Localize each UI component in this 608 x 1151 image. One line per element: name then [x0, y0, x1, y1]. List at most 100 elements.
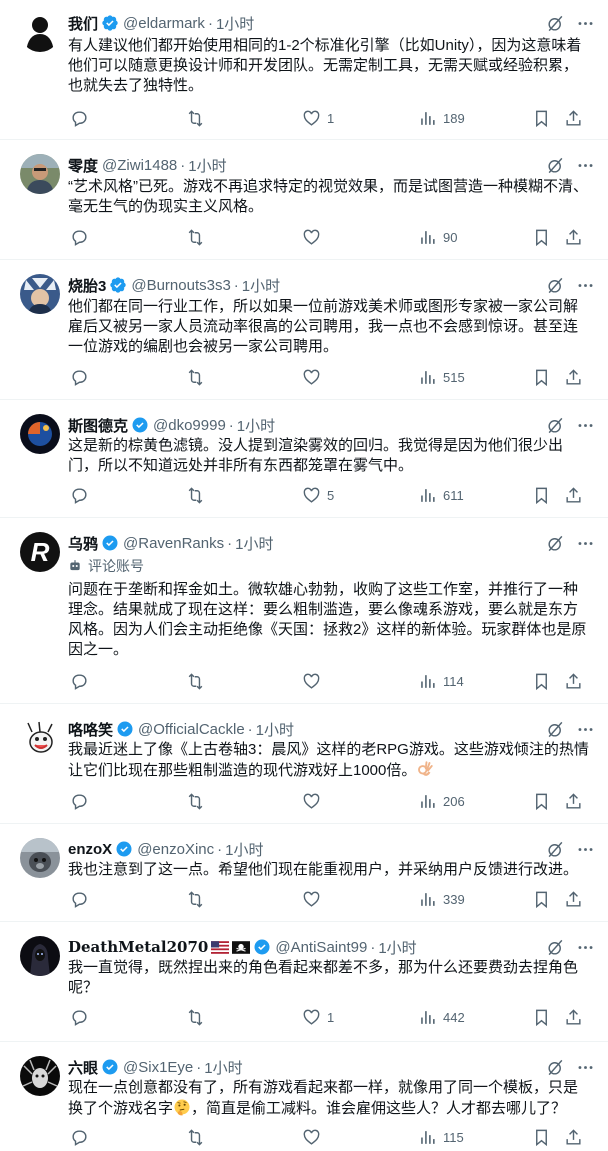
views-button[interactable]: 206 — [418, 792, 465, 811]
views-button[interactable]: 115 — [418, 1128, 464, 1147]
tweet[interactable]: 我们 @eldarmark · 1小时 有人建议他们都开始使用相同的1-2个标准… — [0, 0, 608, 140]
display-name[interactable]: 六眼 — [68, 1057, 98, 1078]
retweet-button[interactable] — [186, 672, 205, 691]
more-icon[interactable] — [574, 1056, 596, 1078]
avatar[interactable] — [20, 718, 60, 758]
retweet-button[interactable] — [186, 1128, 205, 1147]
handle[interactable]: @OfficialCackle — [138, 721, 245, 738]
reply-button[interactable] — [70, 486, 89, 505]
handle[interactable]: @RavenRanks — [123, 535, 224, 552]
more-icon[interactable] — [574, 274, 596, 296]
grok-slash-icon[interactable] — [544, 532, 566, 554]
more-icon[interactable] — [574, 12, 596, 34]
grok-slash-icon[interactable] — [544, 718, 566, 740]
grok-slash-icon[interactable] — [544, 12, 566, 34]
share-button[interactable] — [564, 792, 583, 811]
bookmark-button[interactable] — [532, 109, 551, 128]
reply-button[interactable] — [70, 228, 89, 247]
more-icon[interactable] — [574, 718, 596, 740]
retweet-button[interactable] — [186, 486, 205, 505]
like-button[interactable] — [302, 672, 321, 691]
timestamp[interactable]: 1小时 — [242, 275, 280, 296]
timestamp[interactable]: 1小时 — [204, 1057, 242, 1078]
share-button[interactable] — [564, 368, 583, 387]
avatar[interactable] — [20, 1056, 60, 1096]
tweet[interactable]: 零度 @Ziwi1488 · 1小时 “艺术风格”已死。游戏不再追求特定的视觉效… — [0, 140, 608, 260]
like-button[interactable] — [302, 228, 321, 247]
avatar[interactable] — [20, 936, 60, 976]
reply-button[interactable] — [70, 890, 89, 909]
display-name[interactable]: 烧胎3 — [68, 275, 106, 296]
grok-slash-icon[interactable] — [544, 274, 566, 296]
reply-button[interactable] — [70, 109, 89, 128]
share-button[interactable] — [564, 486, 583, 505]
tweet[interactable]: R 乌鸦 @RavenRanks · 1小时 评论账号 问题在于垄断和挥金如土。… — [0, 518, 608, 704]
bookmark-button[interactable] — [532, 890, 551, 909]
tweet[interactable]: 烧胎3 @Burnouts3s3 · 1小时 他们都在同一行业工作，所以如果一位… — [0, 260, 608, 400]
like-button[interactable]: 1 — [302, 1008, 334, 1027]
avatar[interactable] — [20, 274, 60, 314]
handle[interactable]: @eldarmark — [123, 15, 205, 32]
bookmark-button[interactable] — [532, 368, 551, 387]
views-button[interactable]: 339 — [418, 890, 465, 909]
tweet[interactable]: 咯咯笑 @OfficialCackle · 1小时 我最近迷上了像《上古卷轴3：… — [0, 704, 608, 824]
retweet-button[interactable] — [186, 890, 205, 909]
avatar[interactable] — [20, 838, 60, 878]
grok-slash-icon[interactable] — [544, 154, 566, 176]
avatar[interactable]: R — [20, 532, 60, 572]
timestamp[interactable]: 1小时 — [256, 719, 294, 740]
reply-button[interactable] — [70, 368, 89, 387]
tweet[interactable]: enzoX @enzoXinc · 1小时 我也注意到了这一点。希望他们现在能重… — [0, 824, 608, 922]
handle[interactable]: @enzoXinc — [137, 841, 214, 858]
tweet[interactable]: 斯图德克 @dko9999 · 1小时 这是新的棕黄色滤镜。没人提到渲染雾效的回… — [0, 400, 608, 518]
like-button[interactable]: 1 — [302, 109, 334, 128]
grok-slash-icon[interactable] — [544, 936, 566, 958]
display-name[interactable]: 斯图德克 — [68, 415, 128, 436]
avatar[interactable] — [20, 154, 60, 194]
retweet-button[interactable] — [186, 368, 205, 387]
like-button[interactable]: 5 — [302, 486, 334, 505]
share-button[interactable] — [564, 890, 583, 909]
bookmark-button[interactable] — [532, 228, 551, 247]
handle[interactable]: @Six1Eye — [123, 1059, 193, 1076]
display-name[interactable]: 我们 — [68, 13, 98, 34]
more-icon[interactable] — [574, 936, 596, 958]
more-icon[interactable] — [574, 414, 596, 436]
display-name[interactable]: DeathMetal2070 — [68, 938, 208, 956]
like-button[interactable] — [302, 792, 321, 811]
display-name[interactable]: 乌鸦 — [68, 533, 98, 554]
like-button[interactable] — [302, 368, 321, 387]
share-button[interactable] — [564, 109, 583, 128]
reply-button[interactable] — [70, 1128, 89, 1147]
timestamp[interactable]: 1小时 — [237, 415, 275, 436]
retweet-button[interactable] — [186, 1008, 205, 1027]
more-icon[interactable] — [574, 532, 596, 554]
avatar[interactable] — [20, 12, 60, 52]
share-button[interactable] — [564, 1128, 583, 1147]
more-icon[interactable] — [574, 838, 596, 860]
reply-button[interactable] — [70, 1008, 89, 1027]
timestamp[interactable]: 1小时 — [235, 533, 273, 554]
display-name[interactable]: enzoX — [68, 841, 112, 858]
display-name[interactable]: 咯咯笑 — [68, 719, 113, 740]
grok-slash-icon[interactable] — [544, 414, 566, 436]
bookmark-button[interactable] — [532, 792, 551, 811]
reply-button[interactable] — [70, 792, 89, 811]
bookmark-button[interactable] — [532, 672, 551, 691]
views-button[interactable]: 90 — [418, 228, 457, 247]
like-button[interactable] — [302, 1128, 321, 1147]
like-button[interactable] — [302, 890, 321, 909]
handle[interactable]: @dko9999 — [153, 417, 226, 434]
bookmark-button[interactable] — [532, 1008, 551, 1027]
retweet-button[interactable] — [186, 792, 205, 811]
display-name[interactable]: 零度 — [68, 155, 98, 176]
handle[interactable]: @Burnouts3s3 — [131, 277, 230, 294]
views-button[interactable]: 515 — [418, 368, 465, 387]
handle[interactable]: @AntiSaint99 — [275, 939, 367, 956]
retweet-button[interactable] — [186, 228, 205, 247]
bookmark-button[interactable] — [532, 486, 551, 505]
more-icon[interactable] — [574, 154, 596, 176]
views-button[interactable]: 114 — [418, 672, 464, 691]
views-button[interactable]: 189 — [418, 109, 465, 128]
tweet[interactable]: DeathMetal2070 @AntiSaint99 · 1小时 我一直觉得，… — [0, 922, 608, 1042]
